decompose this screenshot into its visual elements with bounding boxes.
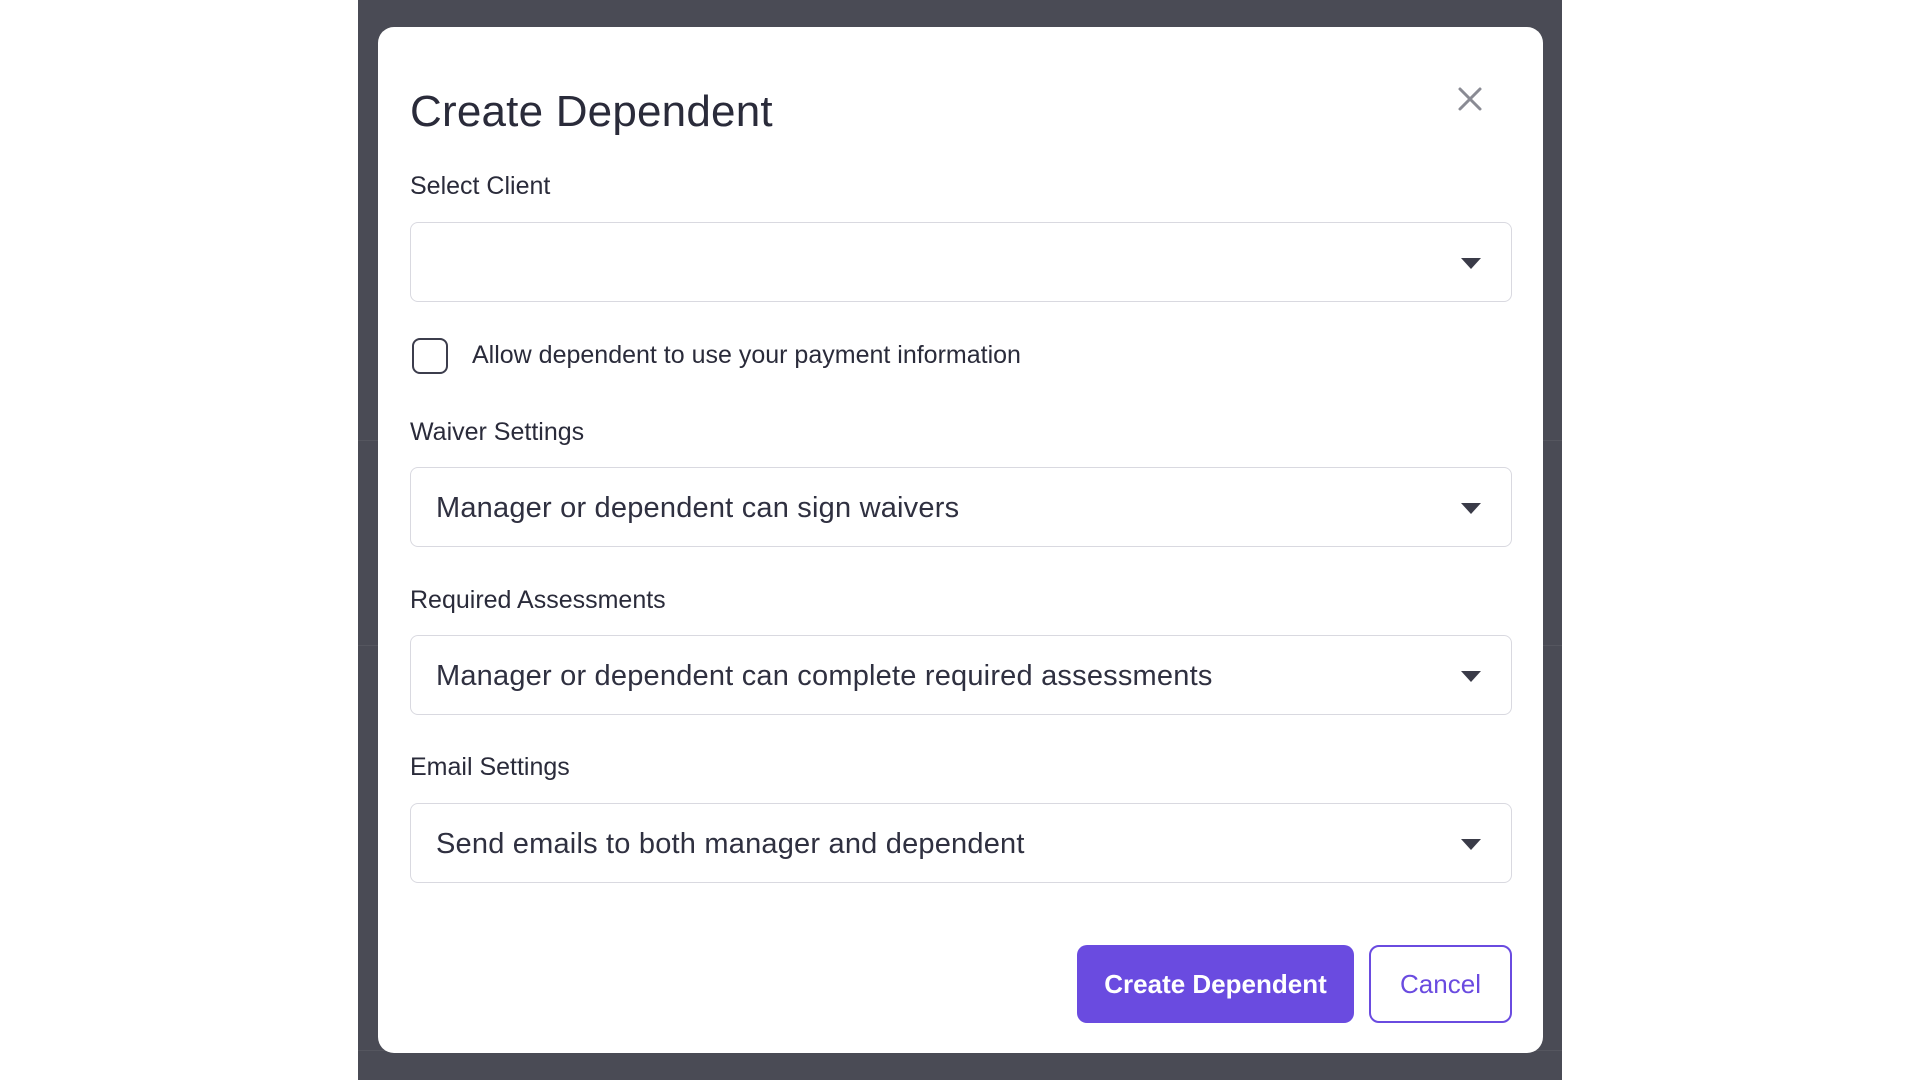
required-assessments-value: Manager or dependent can complete requir… <box>436 636 1213 716</box>
required-assessments-label: Required Assessments <box>410 586 666 615</box>
select-client-dropdown[interactable] <box>410 222 1512 302</box>
email-settings-label: Email Settings <box>410 753 570 782</box>
caret-down-icon <box>1461 839 1481 850</box>
cancel-button[interactable]: Cancel <box>1369 945 1512 1023</box>
select-client-label: Select Client <box>410 172 550 201</box>
payment-checkbox[interactable] <box>412 338 448 374</box>
waiver-settings-label: Waiver Settings <box>410 418 584 447</box>
waiver-settings-value: Manager or dependent can sign waivers <box>436 468 959 548</box>
email-settings-dropdown[interactable]: Send emails to both manager and dependen… <box>410 803 1512 883</box>
create-dependent-modal: Create Dependent Select Client Allow dep… <box>378 27 1543 1053</box>
caret-down-icon <box>1461 258 1481 269</box>
close-icon <box>1450 79 1490 119</box>
required-assessments-dropdown[interactable]: Manager or dependent can complete requir… <box>410 635 1512 715</box>
modal-title: Create Dependent <box>410 87 773 137</box>
create-dependent-button[interactable]: Create Dependent <box>1077 945 1354 1023</box>
payment-checkbox-label: Allow dependent to use your payment info… <box>472 341 1021 370</box>
caret-down-icon <box>1461 503 1481 514</box>
waiver-settings-dropdown[interactable]: Manager or dependent can sign waivers <box>410 467 1512 547</box>
close-button[interactable] <box>1450 79 1490 119</box>
email-settings-value: Send emails to both manager and dependen… <box>436 804 1025 884</box>
caret-down-icon <box>1461 671 1481 682</box>
screen: Create Dependent Select Client Allow dep… <box>0 0 1920 1080</box>
